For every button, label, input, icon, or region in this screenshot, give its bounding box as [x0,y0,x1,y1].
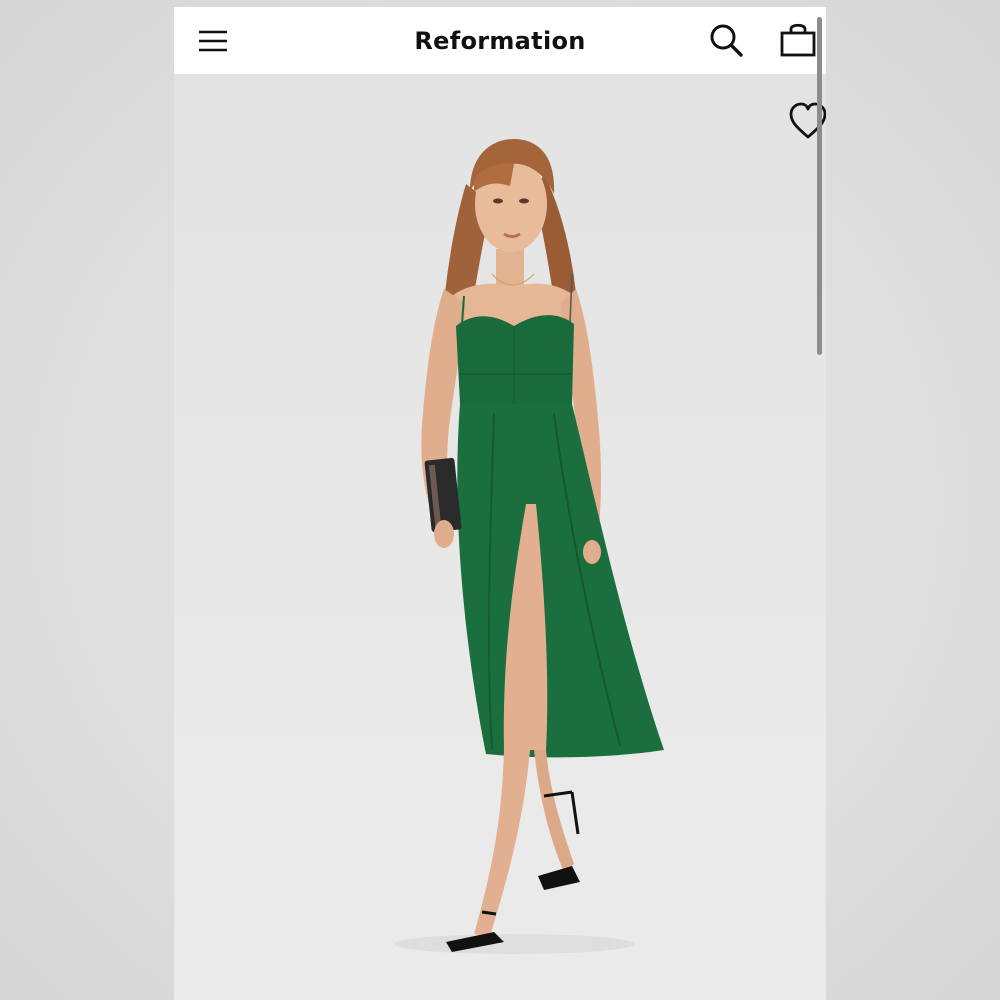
shopping-bag-icon[interactable] [779,21,817,59]
phone-screen: Reformation [174,7,826,1000]
model-photo [394,139,664,954]
product-image[interactable] [174,74,826,1000]
scrollbar[interactable] [817,17,822,355]
hamburger-menu-icon[interactable] [196,24,230,58]
search-icon[interactable] [707,21,745,59]
site-header: Reformation [174,7,826,74]
